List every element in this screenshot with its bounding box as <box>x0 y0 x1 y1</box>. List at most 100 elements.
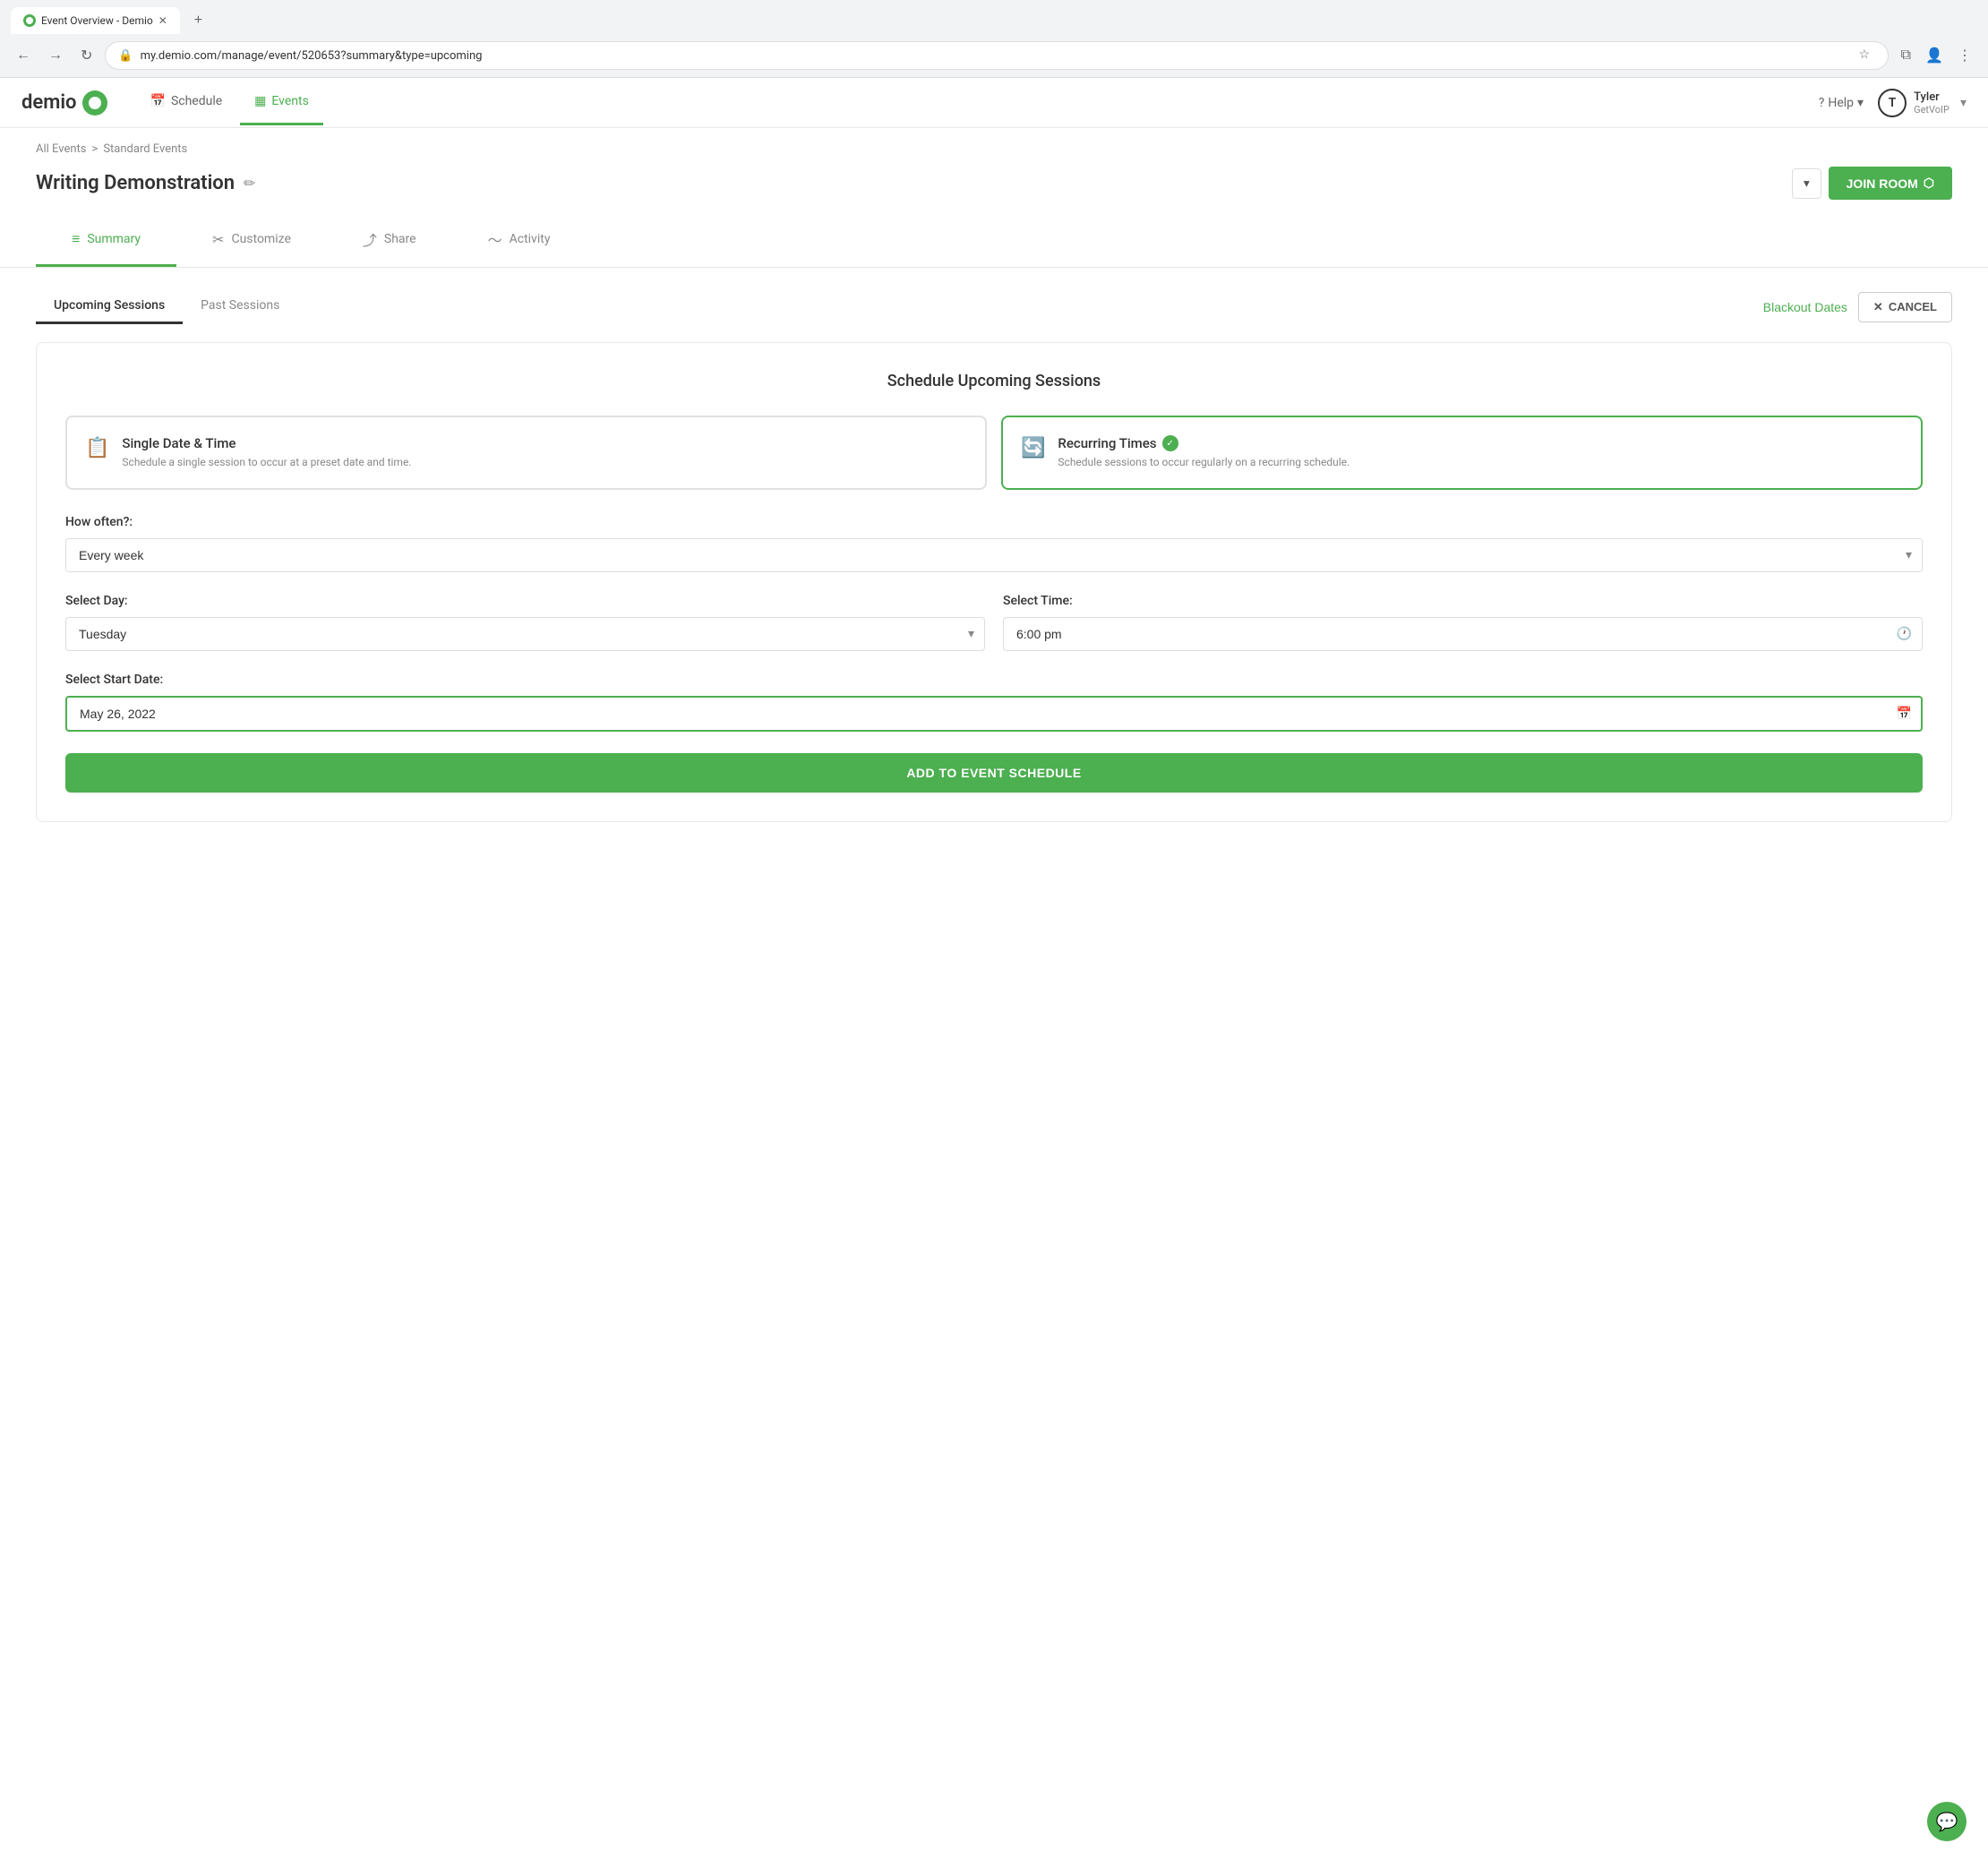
page-header: Writing Demonstration ✏ ▾ JOIN ROOM ⬡ <box>0 163 1988 214</box>
address-bar[interactable]: 🔒 my.demio.com/manage/event/520653?summa… <box>105 41 1888 70</box>
upcoming-sessions-tab[interactable]: Upcoming Sessions <box>36 289 183 324</box>
summary-label: Summary <box>87 232 141 246</box>
content: Upcoming Sessions Past Sessions Blackout… <box>0 268 1988 844</box>
add-to-schedule-button[interactable]: ADD TO EVENT SCHEDULE <box>65 753 1923 793</box>
breadcrumb-all-events[interactable]: All Events <box>36 142 87 156</box>
help-dropdown-icon: ▾ <box>1857 96 1864 110</box>
start-date-label: Select Start Date: <box>65 673 1923 687</box>
activity-label: Activity <box>510 232 551 246</box>
how-often-label: How often?: <box>65 515 1923 529</box>
tab-close-icon[interactable]: ✕ <box>159 14 167 27</box>
user-info: Tyler GetVoIP <box>1914 90 1949 116</box>
nav-events[interactable]: ▦ Events <box>240 80 323 125</box>
single-date-title: Single Date & Time <box>122 435 967 451</box>
schedule-icon: 📅 <box>150 94 166 108</box>
time-input-wrapper: 🕐 <box>1003 617 1923 651</box>
tab-share[interactable]: ⤴ Share <box>327 214 452 267</box>
menu-button[interactable]: ⋮ <box>1952 43 1977 68</box>
sessions-header: Upcoming Sessions Past Sessions Blackout… <box>36 289 1952 324</box>
events-icon: ▦ <box>254 94 266 108</box>
customize-label: Customize <box>231 232 290 246</box>
calendar-picker-icon: 📅 <box>1897 707 1912 721</box>
tab-title: Event Overview - Demio <box>41 14 153 27</box>
join-room-button[interactable]: JOIN ROOM ⬡ <box>1829 167 1952 200</box>
logo-text: demio <box>21 91 77 114</box>
single-date-content: Single Date & Time Schedule a single ses… <box>122 435 967 470</box>
select-day-label: Select Day: <box>65 594 985 608</box>
profile-button[interactable]: 👤 <box>1920 43 1949 68</box>
share-label: Share <box>384 232 416 246</box>
user-menu-button[interactable]: T Tyler GetVoIP ▾ <box>1878 89 1967 117</box>
browser-chrome: Event Overview - Demio ✕ + ← → ↻ 🔒 my.de… <box>0 0 1988 78</box>
option-cards: 📋 Single Date & Time Schedule a single s… <box>65 416 1923 490</box>
sessions-tabs: Upcoming Sessions Past Sessions <box>36 289 297 324</box>
breadcrumb-separator: > <box>92 142 99 156</box>
day-select[interactable]: Tuesday <box>65 617 985 651</box>
summary-icon: ≡ <box>72 230 80 248</box>
nav-schedule[interactable]: 📅 Schedule <box>136 80 237 125</box>
tab-activity[interactable]: 〜 Activity <box>452 214 587 267</box>
join-room-label: JOIN ROOM <box>1847 176 1918 191</box>
help-button[interactable]: ? Help ▾ <box>1819 96 1864 110</box>
chat-bubble-button[interactable]: 💬 <box>1927 1802 1967 1841</box>
cancel-x-icon: ✕ <box>1873 300 1883 314</box>
breadcrumb: All Events > Standard Events <box>36 142 1952 156</box>
page-header-right: ▾ JOIN ROOM ⬡ <box>1792 167 1952 200</box>
clock-icon: 🕐 <box>1897 627 1912 641</box>
breadcrumb-section: All Events > Standard Events <box>0 128 1988 163</box>
schedule-label: Schedule <box>171 94 222 108</box>
tab-summary[interactable]: ≡ Summary <box>36 214 176 267</box>
date-input[interactable] <box>65 696 1923 732</box>
user-dropdown-icon: ▾ <box>1960 96 1967 110</box>
help-label: Help <box>1828 96 1854 110</box>
help-icon: ? <box>1819 96 1825 110</box>
bookmark-icon[interactable]: ☆ <box>1859 47 1875 64</box>
single-date-desc: Schedule a single session to occur at a … <box>122 455 967 470</box>
blackout-dates-button[interactable]: Blackout Dates <box>1763 300 1847 314</box>
user-avatar: T <box>1878 89 1907 117</box>
user-name: Tyler <box>1914 90 1949 104</box>
cancel-button[interactable]: ✕ CANCEL <box>1858 292 1952 322</box>
url-text: my.demio.com/manage/event/520653?summary… <box>141 49 1852 63</box>
forward-button[interactable]: → <box>43 44 68 67</box>
select-time-label: Select Time: <box>1003 594 1923 608</box>
single-date-card[interactable]: 📋 Single Date & Time Schedule a single s… <box>65 416 987 490</box>
extensions-button[interactable]: ⧉ <box>1896 43 1916 68</box>
customize-icon: ✂ <box>212 231 224 248</box>
app: demio 📅 Schedule ▦ Events ? Help ▾ <box>0 78 1988 1869</box>
time-col: Select Time: 🕐 <box>1003 594 1923 651</box>
sessions-actions: Blackout Dates ✕ CANCEL <box>1763 292 1952 322</box>
reload-button[interactable]: ↻ <box>75 43 98 68</box>
time-input[interactable] <box>1003 617 1923 651</box>
chat-icon: 💬 <box>1936 1811 1958 1832</box>
breadcrumb-standard-events[interactable]: Standard Events <box>103 142 187 156</box>
schedule-card: Schedule Upcoming Sessions 📋 Single Date… <box>36 342 1952 822</box>
activity-icon: 〜 <box>488 228 502 250</box>
back-button[interactable]: ← <box>11 44 36 67</box>
browser-tab[interactable]: Event Overview - Demio ✕ <box>11 7 180 34</box>
top-nav: demio 📅 Schedule ▦ Events ? Help ▾ <box>0 78 1988 128</box>
user-org: GetVoIP <box>1914 104 1949 116</box>
tab-customize[interactable]: ✂ Customize <box>176 214 327 267</box>
new-tab-button[interactable]: + <box>187 9 210 32</box>
page-title-area: Writing Demonstration ✏ <box>36 172 255 194</box>
edit-icon[interactable]: ✏ <box>244 175 255 192</box>
past-sessions-tab[interactable]: Past Sessions <box>183 289 297 324</box>
external-link-icon: ⬡ <box>1924 176 1934 191</box>
how-often-section: How often?: Every week ▾ <box>65 515 1923 572</box>
selected-check-icon: ✓ <box>1162 435 1178 451</box>
how-often-select-wrapper: Every week ▾ <box>65 538 1923 572</box>
calendar-icon: 📋 <box>85 437 109 459</box>
favicon-icon <box>23 14 36 27</box>
nav-items: 📅 Schedule ▦ Events <box>136 80 1819 125</box>
logo: demio <box>21 90 107 116</box>
how-often-select[interactable]: Every week <box>65 538 1923 572</box>
recurring-desc: Schedule sessions to occur regularly on … <box>1058 455 1903 470</box>
dropdown-button[interactable]: ▾ <box>1792 168 1821 199</box>
recurring-times-card[interactable]: 🔄 Recurring Times ✓ Schedule sessions to… <box>1001 416 1923 490</box>
start-date-section: Select Start Date: 📅 <box>65 673 1923 732</box>
cancel-label: CANCEL <box>1889 300 1937 313</box>
page-title: Writing Demonstration <box>36 172 235 194</box>
nav-right: ? Help ▾ T Tyler GetVoIP ▾ <box>1819 89 1967 117</box>
day-select-wrapper: Tuesday ▾ <box>65 617 985 651</box>
